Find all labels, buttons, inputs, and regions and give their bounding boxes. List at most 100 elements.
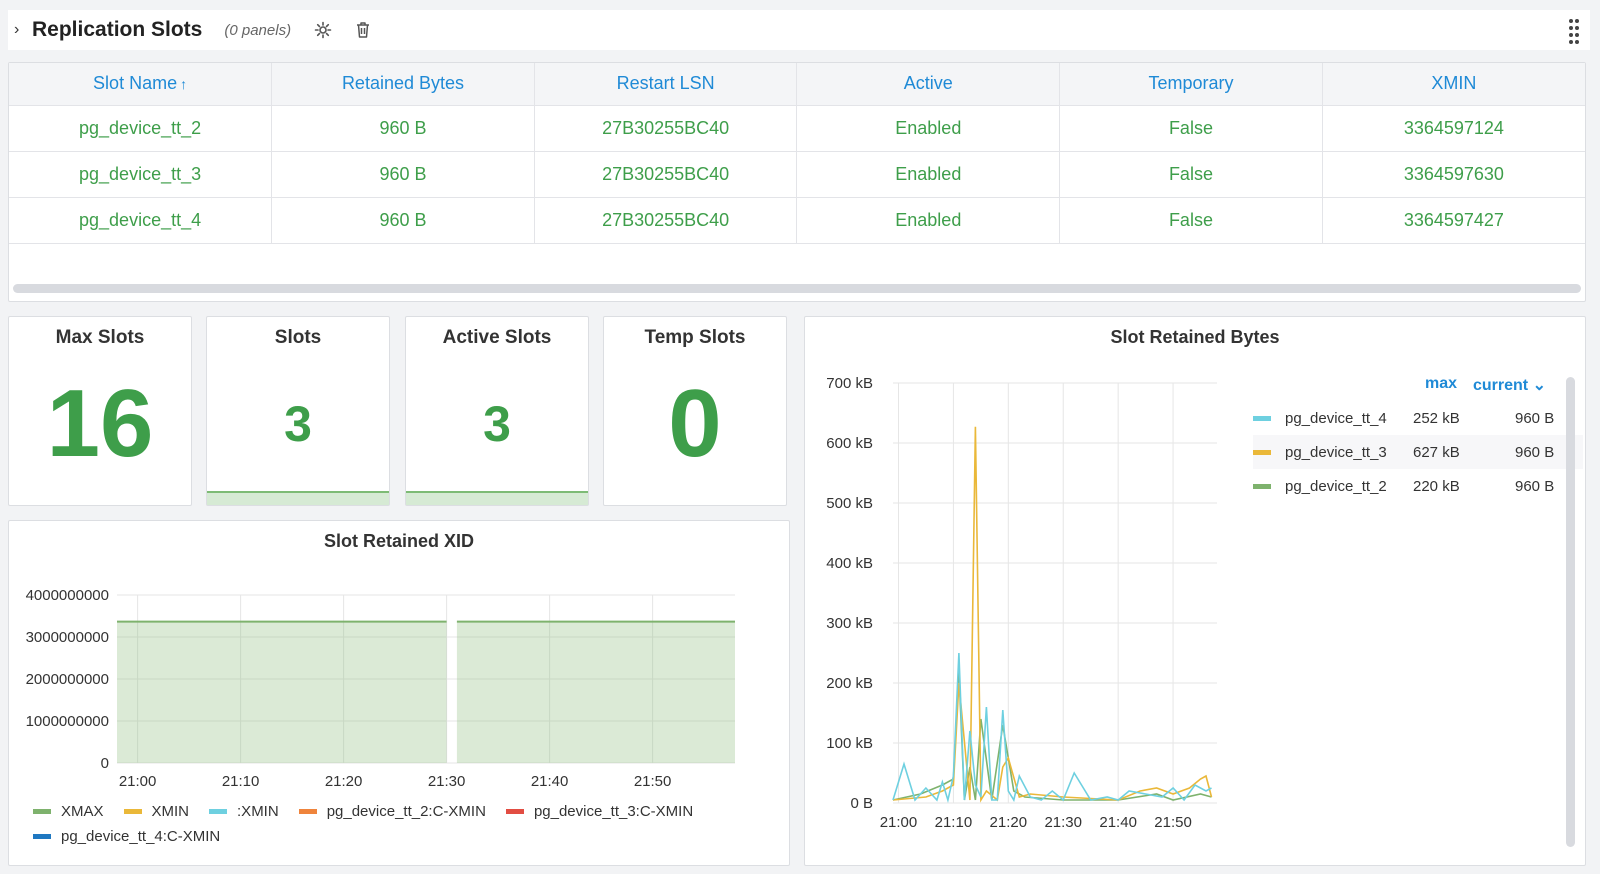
x-tick-label: 21:00 [880, 814, 918, 831]
legend-item[interactable]: pg_device_tt_2 220 kB 960 B [1253, 469, 1583, 503]
table-cell: Enabled [796, 197, 1061, 244]
drag-handle-icon[interactable] [1568, 16, 1580, 44]
table-cell: 3364597124 [1322, 105, 1585, 152]
x-tick-label: 21:40 [531, 773, 569, 790]
panel-title[interactable]: Max Slots [9, 317, 191, 349]
column-header-restart-lsn[interactable]: Restart LSN [534, 63, 798, 106]
sort-ascending-icon: ↑ [180, 76, 188, 93]
table-row: pg_device_tt_4 960 B 27B30255BC40 Enable… [9, 197, 1585, 244]
stat-panel-slots: Slots 3 [206, 316, 390, 506]
row-title[interactable]: Replication Slots [32, 18, 202, 42]
legend-sort-current[interactable]: current ⌄ [1473, 375, 1546, 395]
row-header: › Replication Slots (0 panels) [8, 10, 1590, 50]
table-cell: Enabled [796, 105, 1061, 152]
sparkline [406, 491, 588, 505]
legend-label: pg_device_tt_3 [1285, 443, 1387, 461]
legend-label: XMIN [151, 803, 190, 820]
legend-item[interactable]: pg_device_tt_3:C-XMIN [505, 803, 694, 820]
legend-current-value: 960 B [1515, 409, 1555, 427]
panel-title[interactable]: Active Slots [406, 317, 588, 349]
legend-swatch [209, 809, 228, 814]
legend-sort-max[interactable]: max [1425, 375, 1457, 393]
y-tick-label: 4000000000 [26, 587, 109, 604]
bytes-chart[interactable]: 0 B 100 kB 200 kB 300 kB 400 kB 500 kB 600 kB 7… [805, 317, 1245, 847]
table-cell: 960 B [271, 197, 535, 244]
x-tick-label: 21:50 [1154, 814, 1192, 831]
x-tick-label: 21:10 [222, 773, 260, 790]
y-tick-label: 0 [101, 755, 109, 772]
table-header-row: Slot Name ↑ Retained Bytes Restart LSN Ac… [9, 63, 1585, 106]
table-cell: False [1059, 197, 1323, 244]
table-cell: 27B30255BC40 [534, 151, 798, 198]
table-cell: 27B30255BC40 [534, 197, 798, 244]
legend-label: pg_device_tt_3:C-XMIN [533, 803, 694, 820]
y-tick-label: 3000000000 [26, 629, 109, 646]
series-line-pg_device_tt_3 [892, 426, 1213, 803]
column-header-active[interactable]: Active [796, 63, 1061, 106]
legend-item[interactable]: XMIN [123, 803, 190, 820]
table-cell: pg_device_tt_4 [9, 197, 273, 244]
x-tick-label: 21:00 [119, 773, 157, 790]
x-tick-label: 21:50 [634, 773, 672, 790]
legend-max-value: 252 kB [1413, 409, 1460, 427]
legend-label: :XMIN [237, 803, 279, 820]
column-header-xmin[interactable]: XMIN [1322, 63, 1585, 106]
table-cell: pg_device_tt_3 [9, 151, 273, 198]
table-cell: 3364597427 [1322, 197, 1585, 244]
x-tick-label: 21:10 [935, 814, 973, 831]
column-header-slot-name[interactable]: Slot Name ↑ [9, 63, 273, 106]
slot-retained-xid-panel: Slot Retained XID 0 1000000000 2000000000 3… [8, 520, 790, 866]
slot-retained-bytes-panel: Slot Retained Bytes 0 B 100 kB 200 kB 300 k… [804, 316, 1586, 866]
panel-title[interactable]: Temp Slots [604, 317, 786, 349]
table-cell: 27B30255BC40 [534, 105, 798, 152]
xmax-area [456, 621, 735, 763]
y-tick-label: 300 kB [826, 615, 873, 632]
legend-item[interactable]: pg_device_tt_4 252 kB 960 B [1253, 401, 1583, 435]
y-tick-label: 600 kB [826, 435, 873, 452]
legend-swatch [1253, 449, 1271, 455]
xid-chart[interactable]: 0 1000000000 2000000000 3000000000 400000000… [9, 551, 791, 821]
x-tick-label: 21:30 [428, 773, 466, 790]
table-cell: pg_device_tt_2 [9, 105, 273, 152]
legend-current-value: 960 B [1515, 443, 1555, 461]
legend-item[interactable]: XMAX [33, 803, 104, 820]
table-cell: False [1059, 105, 1323, 152]
stat-panel-temp-slots: Temp Slots 0 [603, 316, 787, 506]
replication-slots-table: Slot Name ↑ Retained Bytes Restart LSN Ac… [9, 63, 1585, 244]
legend-swatch [123, 809, 142, 814]
horizontal-scrollbar[interactable] [13, 284, 1581, 293]
legend-item[interactable]: pg_device_tt_3 627 kB 960 B [1253, 435, 1583, 469]
table-row: pg_device_tt_3 960 B 27B30255BC40 Enable… [9, 151, 1585, 198]
y-tick-label: 400 kB [826, 555, 873, 572]
vertical-scrollbar[interactable] [1566, 377, 1575, 847]
stat-value: 3 [284, 396, 312, 452]
panel-title[interactable]: Slots [207, 317, 389, 349]
legend-label: pg_device_tt_4 [1285, 409, 1387, 427]
x-tick-label: 21:30 [1044, 814, 1082, 831]
stat-value: 3 [483, 396, 511, 452]
series-line-pg_device_tt_2 [892, 670, 1212, 801]
legend-max-value: 627 kB [1413, 443, 1460, 461]
sparkline [207, 491, 389, 505]
legend-item[interactable]: pg_device_tt_4:C-XMIN [33, 828, 220, 845]
replication-slots-table-panel: Slot Name ↑ Retained Bytes Restart LSN Ac… [8, 62, 1586, 302]
series-line-pg_device_tt_4 [892, 652, 1212, 804]
table-row: pg_device_tt_2 960 B 27B30255BC40 Enable… [9, 105, 1585, 152]
stat-value: 0 [668, 370, 722, 477]
column-header-retained-bytes[interactable]: Retained Bytes [271, 63, 535, 106]
table-cell: False [1059, 151, 1323, 198]
legend-item[interactable]: :XMIN [209, 803, 279, 820]
y-tick-label: 500 kB [826, 495, 873, 512]
legend-item[interactable]: pg_device_tt_2:C-XMIN [298, 803, 486, 820]
panel-title[interactable]: Slot Retained XID [9, 521, 789, 552]
row-collapse-chevron-icon[interactable]: › [14, 21, 28, 39]
x-tick-label: 21:20 [325, 773, 363, 790]
column-header-temporary[interactable]: Temporary [1059, 63, 1323, 106]
stat-panel-max-slots: Max Slots 16 [8, 316, 192, 506]
legend-swatch [505, 809, 524, 814]
table-cell: 3364597630 [1322, 151, 1585, 198]
legend-label: pg_device_tt_2:C-XMIN [326, 803, 486, 820]
trash-icon[interactable] [353, 20, 373, 40]
gear-icon[interactable] [313, 20, 333, 40]
stat-value: 16 [46, 370, 154, 477]
